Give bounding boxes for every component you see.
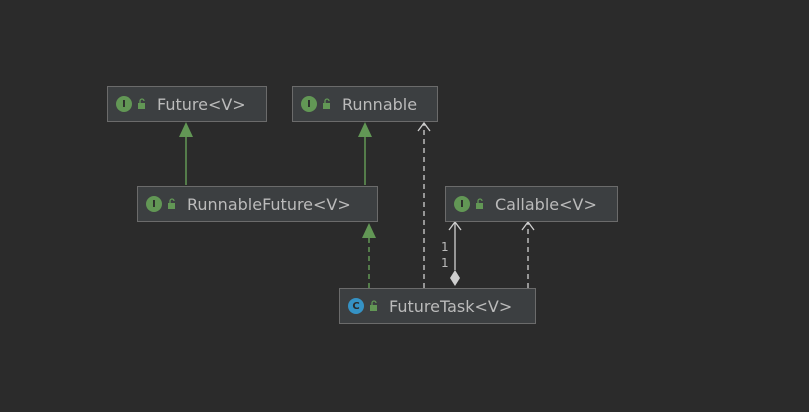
edge-futuretask-depends-runnable (417, 121, 431, 288)
node-callable[interactable]: I Callable<V> (445, 186, 618, 222)
interface-icon: I (454, 196, 470, 212)
node-label: FutureTask<V> (389, 296, 513, 316)
node-label: Runnable (342, 94, 418, 114)
edge-runnablefuture-extends-future (179, 122, 193, 185)
interface-icon: I (146, 196, 162, 212)
node-future[interactable]: I Future<V> (107, 86, 267, 122)
class-icon: C (348, 298, 364, 314)
edge-futuretask-implements-runnablefuture (362, 223, 376, 288)
triangle-arrowhead-icon (179, 122, 193, 137)
multiplicity-label: 1 (441, 240, 449, 254)
triangle-arrowhead-icon (358, 122, 372, 137)
aggregation-diamond-icon (450, 270, 460, 286)
node-label: Callable<V> (495, 194, 597, 214)
unlock-icon (167, 198, 177, 210)
interface-icon: I (116, 96, 132, 112)
edge-futuretask-depends-callable (521, 220, 535, 288)
node-label: Future<V> (157, 94, 246, 114)
node-runnable[interactable]: I Runnable (292, 86, 438, 122)
unlock-icon (475, 198, 485, 210)
uml-diagram-canvas: 1 1 I Future<V> I Runnable I RunnableFut… (0, 0, 809, 412)
triangle-arrowhead-icon (362, 223, 376, 238)
edge-runnablefuture-extends-runnable (358, 122, 372, 185)
node-future-task[interactable]: C FutureTask<V> (339, 288, 536, 324)
unlock-icon (369, 300, 379, 312)
edge-futuretask-aggregates-callable (448, 220, 462, 286)
interface-icon: I (301, 96, 317, 112)
unlock-icon (322, 98, 332, 110)
node-runnable-future[interactable]: I RunnableFuture<V> (137, 186, 378, 222)
node-label: RunnableFuture<V> (187, 194, 351, 214)
multiplicity-label: 1 (441, 256, 449, 270)
edges-layer (179, 121, 535, 288)
unlock-icon (137, 98, 147, 110)
